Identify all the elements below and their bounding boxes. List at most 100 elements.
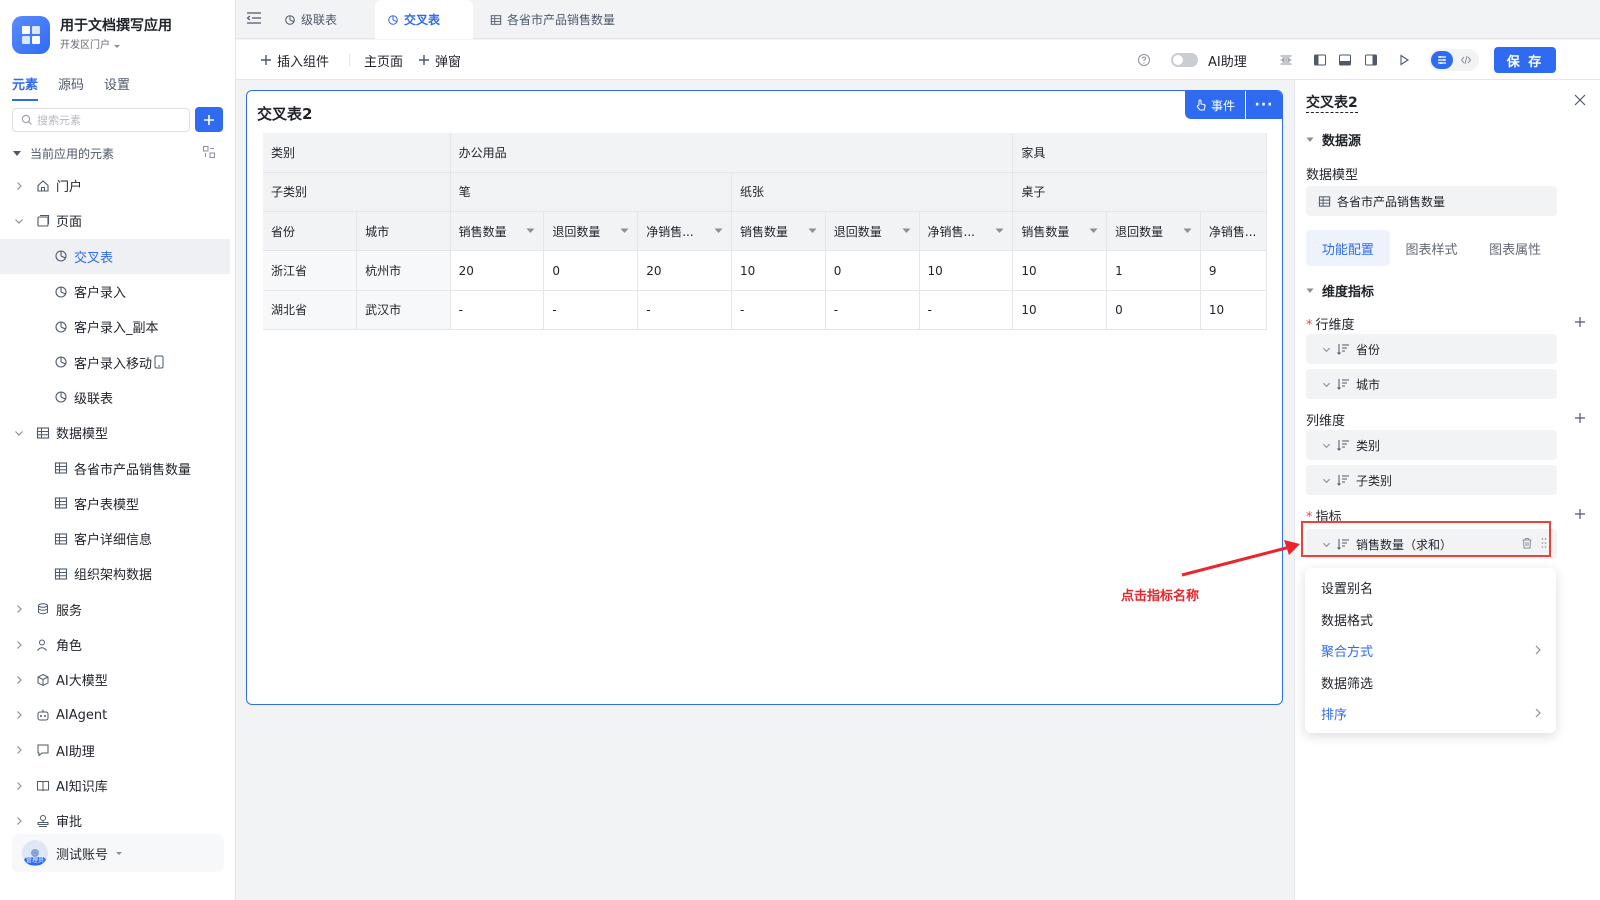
- tree-item-ai-assistant[interactable]: AI助理: [0, 733, 236, 768]
- add-row-dimension-icon[interactable]: [1574, 316, 1586, 328]
- sort-caret-icon[interactable]: [620, 228, 629, 234]
- model-select[interactable]: 各省市产品销售数量: [1306, 186, 1557, 216]
- tree-item-customer-entry-mobile[interactable]: 客户录入移动: [0, 344, 236, 379]
- more-actions-button[interactable]: ···: [1246, 91, 1282, 119]
- dimension-section[interactable]: 维度指标: [1306, 281, 1374, 300]
- crosstab-component[interactable]: 交叉表2 事件 ··· 类别 办公用品 家具 子类别 笔 纸张 桌子 省份 城市…: [246, 90, 1283, 705]
- tree-item-model-customer-table[interactable]: 客户表模型: [0, 486, 236, 521]
- tab-label: 级联表: [301, 13, 338, 27]
- sort-caret-icon[interactable]: [808, 228, 817, 234]
- tree-section-current-app[interactable]: 当前应用的元素: [0, 138, 236, 168]
- value-cell: 10: [919, 250, 1014, 291]
- measure-header[interactable]: 销售数量: [1012, 211, 1108, 252]
- ai-chat-icon: [37, 744, 49, 757]
- tree-item-label: 客户录入_副本: [74, 321, 159, 337]
- tab-settings[interactable]: 设置: [104, 74, 130, 101]
- tree-item-model-org[interactable]: 组织架构数据: [0, 556, 236, 591]
- tree-item-ai-knowledge[interactable]: AI知识库: [0, 768, 236, 803]
- menu-label: 设置别名: [1321, 582, 1374, 598]
- main-page-button[interactable]: 主页面: [364, 51, 403, 70]
- code-mode-button[interactable]: [1456, 51, 1476, 69]
- collapse-sidebar-icon[interactable]: [246, 11, 262, 25]
- tab-crosstab[interactable]: 交叉表: [375, 0, 473, 39]
- sort-caret-icon[interactable]: [1089, 228, 1098, 234]
- column-dimension-item[interactable]: 子类别: [1306, 465, 1557, 495]
- panel-title[interactable]: 交叉表2: [1306, 92, 1358, 113]
- add-column-dimension-icon[interactable]: [1574, 412, 1586, 424]
- search-input[interactable]: [37, 113, 177, 127]
- tree-item-roles[interactable]: 角色: [0, 627, 236, 662]
- popup-button[interactable]: 弹窗: [418, 51, 462, 70]
- add-metric-icon[interactable]: [1574, 508, 1586, 520]
- tab-cascade-table[interactable]: 级联表: [272, 0, 349, 39]
- measure-label: 退回数量: [552, 224, 601, 239]
- tab-chart-style[interactable]: 图表样式: [1390, 230, 1474, 266]
- tree-item-pages[interactable]: 页面: [0, 203, 236, 238]
- measure-header[interactable]: 销售数量: [731, 211, 826, 252]
- tab-function-config[interactable]: 功能配置: [1306, 230, 1390, 266]
- measure-header[interactable]: 退回数量: [543, 211, 639, 252]
- right-panel-button[interactable]: [1361, 50, 1381, 70]
- portal-selector[interactable]: 开发区门户: [60, 38, 172, 54]
- row-dimension-item[interactable]: 城市: [1306, 369, 1557, 399]
- dimension-name: 省份: [1356, 342, 1381, 357]
- tree-item-customer-entry[interactable]: 客户录入: [0, 274, 236, 309]
- add-element-button[interactable]: [195, 107, 223, 132]
- menu-item-data-filter[interactable]: 数据筛选: [1305, 667, 1556, 699]
- save-button[interactable]: 保 存: [1494, 47, 1556, 73]
- sort-caret-icon[interactable]: [1183, 228, 1192, 234]
- tree-item-portal[interactable]: 门户: [0, 168, 236, 203]
- caret-down-icon: [1306, 137, 1314, 142]
- measure-header[interactable]: 净销售...: [1200, 211, 1267, 252]
- help-icon: [1138, 54, 1150, 66]
- help-button[interactable]: [1134, 50, 1154, 70]
- collapse-all-icon[interactable]: [202, 145, 216, 159]
- tree-item-services[interactable]: 服务: [0, 592, 236, 627]
- menu-item-sort[interactable]: 排序: [1305, 698, 1556, 730]
- left-panel-button[interactable]: [1310, 50, 1330, 70]
- tree-item-model-customer-detail[interactable]: 客户详细信息: [0, 521, 236, 556]
- tree-item-data-models[interactable]: 数据模型: [0, 415, 236, 450]
- close-icon[interactable]: [1574, 94, 1586, 106]
- insert-component-button[interactable]: 插入组件: [260, 51, 329, 70]
- popup-label: 弹窗: [435, 54, 462, 70]
- tab-chart-props[interactable]: 图表属性: [1473, 230, 1557, 266]
- datasource-section[interactable]: 数据源: [1306, 130, 1361, 149]
- value-cell: 10: [1012, 250, 1108, 291]
- measure-header[interactable]: 净销售...: [637, 211, 732, 252]
- tab-sales-model[interactable]: 各省市产品销售数量: [478, 0, 627, 39]
- tab-elements[interactable]: 元素: [12, 74, 39, 101]
- tree-item-customer-entry-copy[interactable]: 客户录入_副本: [0, 309, 236, 344]
- city-cell: 杭州市: [356, 250, 451, 291]
- tree-item-cascade-table[interactable]: 级联表: [0, 380, 236, 415]
- measure-header[interactable]: 退回数量: [1106, 211, 1201, 252]
- menu-item-aggregation[interactable]: 聚合方式: [1305, 635, 1556, 667]
- sort-caret-icon[interactable]: [995, 228, 1004, 234]
- sort-caret-icon[interactable]: [526, 228, 535, 234]
- layout-button[interactable]: [1276, 50, 1296, 70]
- chart-page-icon: [55, 321, 67, 333]
- tree-item-crosstab[interactable]: 交叉表: [0, 238, 230, 274]
- ai-assistant-label: AI助理: [1208, 51, 1247, 70]
- tree-item-ai-models[interactable]: AI大模型: [0, 662, 236, 697]
- menu-item-data-format[interactable]: 数据格式: [1305, 604, 1556, 636]
- tree-item-ai-agent[interactable]: AIAgent: [0, 697, 236, 732]
- event-button[interactable]: 事件: [1185, 91, 1245, 119]
- measure-header[interactable]: 退回数量: [825, 211, 920, 252]
- measure-header[interactable]: 净销售...: [919, 211, 1014, 252]
- menu-item-set-alias[interactable]: 设置别名: [1305, 572, 1556, 604]
- user-account[interactable]: 管理员 测试账号: [12, 834, 224, 872]
- preview-button[interactable]: [1394, 50, 1414, 70]
- column-dimension-item[interactable]: 类别: [1306, 430, 1557, 460]
- sort-caret-icon[interactable]: [902, 228, 911, 234]
- mode-switch[interactable]: [1429, 49, 1479, 71]
- row-dimension-item[interactable]: 省份: [1306, 334, 1557, 364]
- bottom-panel-button[interactable]: [1335, 50, 1355, 70]
- sort-caret-icon[interactable]: [714, 228, 723, 234]
- design-mode-button[interactable]: [1431, 51, 1453, 69]
- ai-assistant-toggle[interactable]: [1171, 53, 1198, 67]
- tree-item-model-sales[interactable]: 各省市产品销售数量: [0, 450, 236, 485]
- tab-source[interactable]: 源码: [58, 74, 84, 101]
- measure-header[interactable]: 销售数量: [450, 211, 545, 252]
- chart-page-icon: [285, 14, 295, 25]
